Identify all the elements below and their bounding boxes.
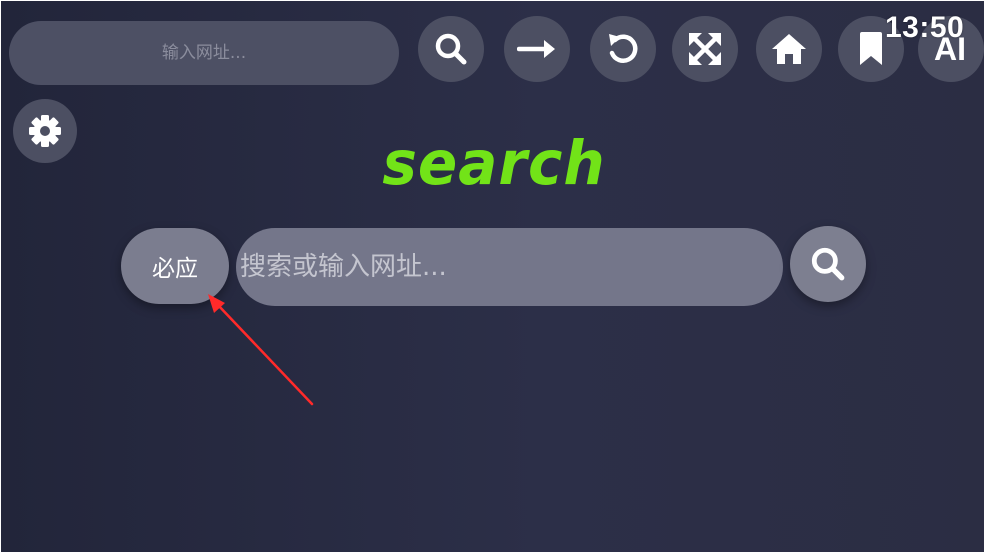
expand-icon <box>689 33 721 65</box>
browser-home-screen: AI 13:50 search 必应 <box>1 1 984 552</box>
bookmark-icon <box>860 32 882 65</box>
search-button[interactable] <box>418 16 484 82</box>
arrow-right-icon <box>517 40 555 58</box>
search-icon <box>811 247 845 281</box>
go-button[interactable] <box>504 16 570 82</box>
search-icon <box>435 33 467 65</box>
refresh-button[interactable] <box>590 16 656 82</box>
search-engine-selector[interactable]: 必应 <box>121 228 229 304</box>
home-icon <box>772 34 806 64</box>
home-button[interactable] <box>756 16 822 82</box>
status-clock: 13:50 <box>885 11 965 44</box>
search-submit-button[interactable] <box>790 226 866 302</box>
brand-title: search <box>382 127 606 199</box>
refresh-icon <box>609 34 638 63</box>
search-input[interactable] <box>236 228 783 306</box>
search-engine-label: 必应 <box>152 256 198 282</box>
fullscreen-button[interactable] <box>672 16 738 82</box>
url-input[interactable] <box>9 21 399 85</box>
